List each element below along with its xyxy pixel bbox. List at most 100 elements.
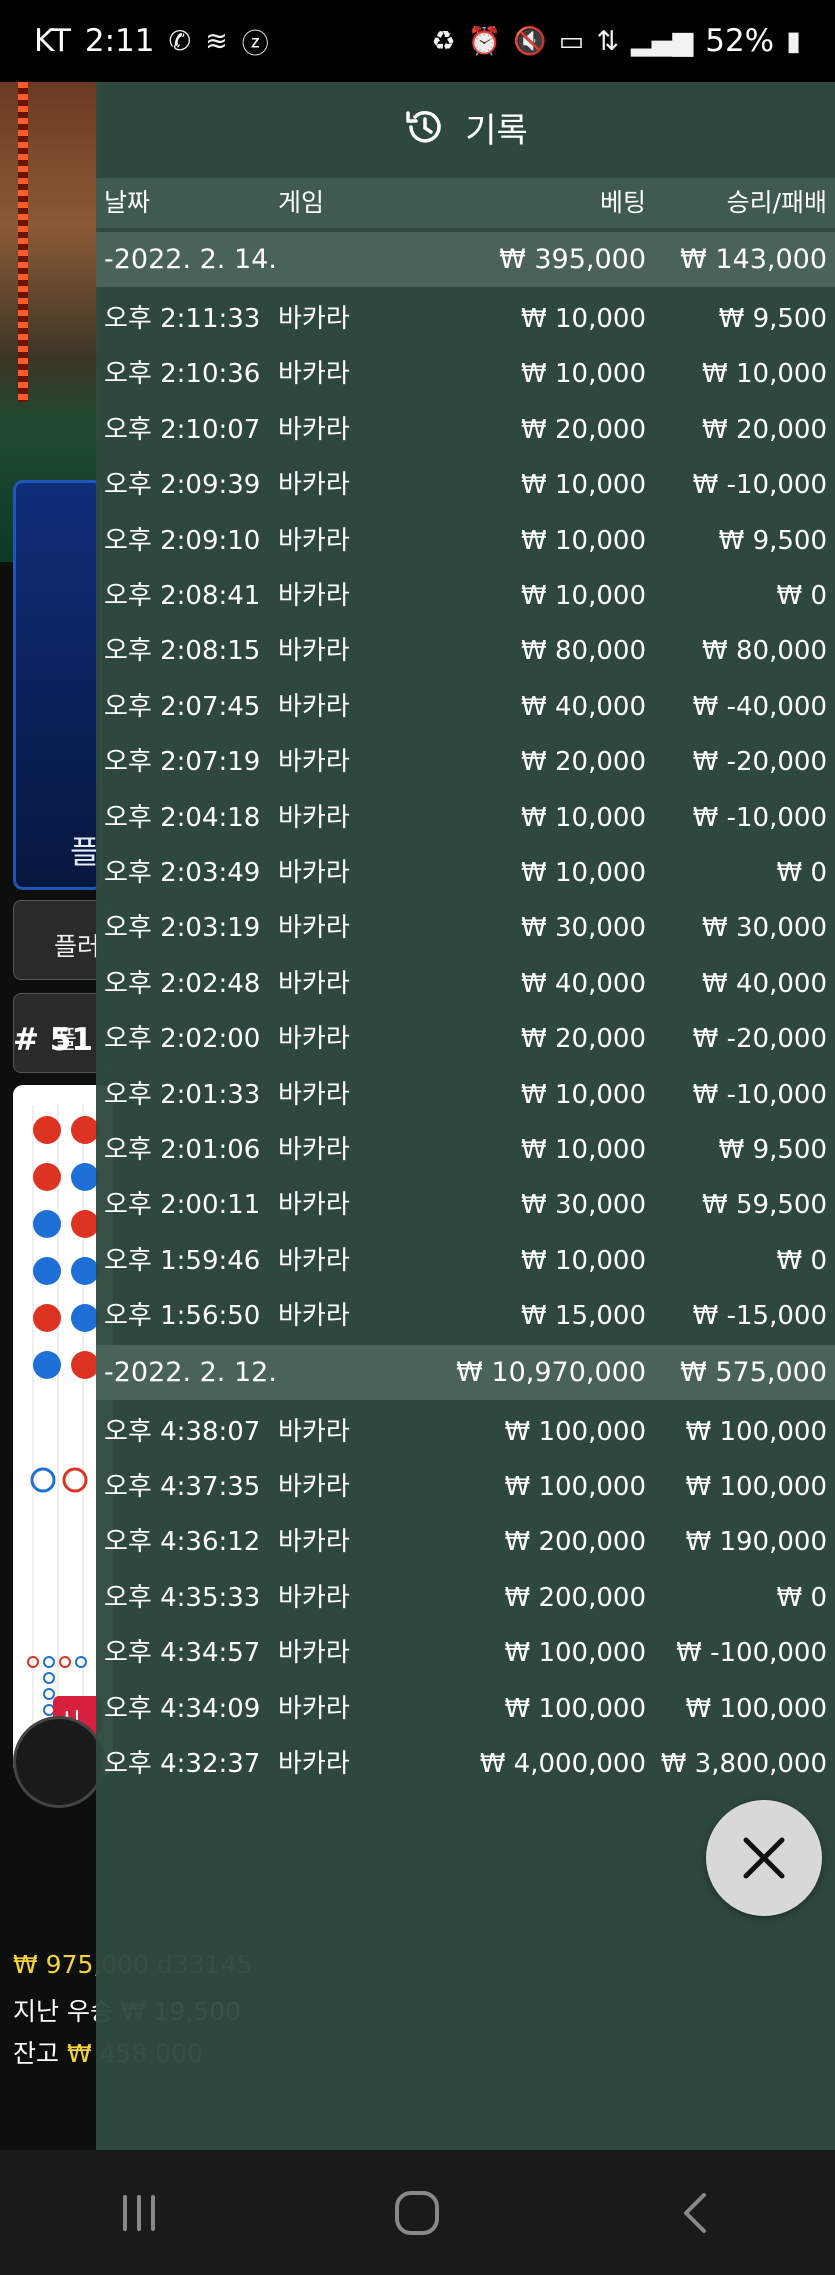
row-time: 오후 2:03:49 xyxy=(104,858,261,888)
row-bet: ₩ 4,000,000 xyxy=(479,1749,646,1779)
history-row[interactable]: 오후 4:36:12 바카라 ₩ 200,000 ₩ 190,000 xyxy=(96,1515,835,1570)
back-icon xyxy=(683,2192,706,2233)
row-result: ₩ -10,000 xyxy=(692,1080,827,1110)
row-game: 바카라 xyxy=(278,969,350,999)
signal-strength-icon: ≋ xyxy=(205,25,228,57)
date-group-header[interactable]: -2022. 2. 12. ₩ 10,970,000 ₩ 575,000 xyxy=(96,1344,835,1400)
history-row[interactable]: 오후 2:00:11 바카라 ₩ 30,000 ₩ 59,500 xyxy=(96,1178,835,1233)
row-bet: ₩ 10,000 xyxy=(521,470,646,500)
history-row[interactable]: 오후 2:09:39 바카라 ₩ 10,000 ₩ -10,000 xyxy=(96,458,835,513)
row-bet: ₩ 10,000 xyxy=(521,803,646,833)
history-icon xyxy=(406,111,441,143)
history-row[interactable]: 오후 2:11:33 바카라 ₩ 10,000 ₩ 9,500 xyxy=(96,292,835,347)
history-row[interactable]: 오후 2:02:00 바카라 ₩ 20,000 ₩ -20,000 xyxy=(96,1012,835,1067)
row-game: 바카라 xyxy=(278,1417,350,1447)
history-row[interactable]: 오후 4:35:33 바카라 ₩ 200,000 ₩ 0 xyxy=(96,1571,835,1626)
group-bet-total: ₩ 10,970,000 xyxy=(456,1356,646,1388)
group-date: -2022. 2. 14. xyxy=(104,244,277,275)
history-row[interactable]: 오후 2:10:07 바카라 ₩ 20,000 ₩ 20,000 xyxy=(96,403,835,458)
history-row[interactable]: 오후 4:37:35 바카라 ₩ 100,000 ₩ 100,000 xyxy=(96,1460,835,1515)
mute-icon: 🔇 xyxy=(513,26,547,57)
row-time: 오후 2:08:15 xyxy=(104,636,261,666)
row-time: 오후 2:09:39 xyxy=(104,470,261,500)
row-result: ₩ 80,000 xyxy=(702,636,827,666)
row-bet: ₩ 10,000 xyxy=(521,1135,646,1165)
history-row[interactable]: 오후 2:03:49 바카라 ₩ 10,000 ₩ 0 xyxy=(96,846,835,901)
row-game: 바카라 xyxy=(278,1638,350,1668)
close-button[interactable] xyxy=(706,1800,822,1916)
row-bet: ₩ 10,000 xyxy=(521,581,646,611)
history-row[interactable]: 오후 2:09:10 바카라 ₩ 10,000 ₩ 9,500 xyxy=(96,514,835,569)
bet-panel[interactable]: 플 xyxy=(13,480,103,890)
row-time: 오후 4:32:37 xyxy=(104,1749,261,1779)
network-5g-icon: ⇅ xyxy=(596,25,619,57)
row-bet: ₩ 200,000 xyxy=(504,1583,647,1613)
row-bet: ₩ 10,000 xyxy=(521,304,646,334)
row-time: 오후 2:01:06 xyxy=(104,1135,261,1165)
row-result: ₩ -15,000 xyxy=(692,1301,827,1331)
row-time: 오후 2:09:10 xyxy=(104,526,261,556)
row-result: ₩ 3,800,000 xyxy=(660,1749,827,1779)
history-row[interactable]: 오후 4:34:57 바카라 ₩ 100,000 ₩ -100,000 xyxy=(96,1626,835,1681)
battery-percent: 52% xyxy=(705,23,775,59)
row-result: ₩ 100,000 xyxy=(685,1472,828,1502)
home-button[interactable] xyxy=(377,2173,457,2253)
group-date: -2022. 2. 12. xyxy=(104,1356,277,1388)
history-row[interactable]: 오후 2:07:19 바카라 ₩ 20,000 ₩ -20,000 xyxy=(96,735,835,790)
history-row[interactable]: 오후 1:59:46 바카라 ₩ 10,000 ₩ 0 xyxy=(96,1234,835,1289)
row-bet: ₩ 100,000 xyxy=(504,1638,647,1668)
row-result: ₩ 100,000 xyxy=(685,1417,828,1447)
group-result-total: ₩ 575,000 xyxy=(680,1356,827,1388)
carrier-label: KT xyxy=(34,23,71,59)
history-row[interactable]: 오후 2:04:18 바카라 ₩ 10,000 ₩ -10,000 xyxy=(96,791,835,846)
system-navigation-bar xyxy=(0,2150,835,2275)
row-time: 오후 2:07:19 xyxy=(104,747,261,777)
row-time: 오후 2:01:33 xyxy=(104,1080,261,1110)
row-time: 오후 4:38:07 xyxy=(104,1417,261,1447)
recent-apps-button[interactable] xyxy=(99,2173,179,2253)
row-time: 오후 2:02:48 xyxy=(104,969,261,999)
row-result: ₩ 20,000 xyxy=(702,415,827,445)
row-time: 오후 4:37:35 xyxy=(104,1472,261,1502)
row-game: 바카라 xyxy=(278,470,350,500)
group-bet-total: ₩ 395,000 xyxy=(499,244,646,275)
battery-icon: ▮ xyxy=(786,25,801,57)
row-game: 바카라 xyxy=(278,1527,350,1557)
row-time: 오후 2:03:19 xyxy=(104,913,261,943)
row-game: 바카라 xyxy=(278,526,350,556)
row-result: ₩ 9,500 xyxy=(718,304,827,334)
row-bet: ₩ 80,000 xyxy=(521,636,646,666)
row-result: ₩ 10,000 xyxy=(702,359,827,389)
row-bet: ₩ 100,000 xyxy=(504,1417,647,1447)
row-result: ₩ -100,000 xyxy=(676,1638,827,1668)
row-result: ₩ 30,000 xyxy=(702,913,827,943)
col-result: 승리/패배 xyxy=(726,188,827,217)
history-row[interactable]: 오후 2:08:15 바카라 ₩ 80,000 ₩ 80,000 xyxy=(96,624,835,679)
row-time: 오후 4:35:33 xyxy=(104,1583,261,1613)
history-row[interactable]: 오후 2:03:19 바카라 ₩ 30,000 ₩ 30,000 xyxy=(96,901,835,956)
history-row[interactable]: 오후 2:01:33 바카라 ₩ 10,000 ₩ -10,000 xyxy=(96,1068,835,1123)
round-number: # 51 xyxy=(13,1022,93,1058)
date-group-header[interactable]: -2022. 2. 14. ₩ 395,000 ₩ 143,000 xyxy=(96,232,835,287)
history-row[interactable]: 오후 4:34:09 바카라 ₩ 100,000 ₩ 100,000 xyxy=(96,1682,835,1737)
row-game: 바카라 xyxy=(278,1246,350,1276)
row-bet: ₩ 40,000 xyxy=(521,692,646,722)
history-row[interactable]: 오후 2:08:41 바카라 ₩ 10,000 ₩ 0 xyxy=(96,569,835,624)
history-row[interactable]: 오후 1:56:50 바카라 ₩ 15,000 ₩ -15,000 xyxy=(96,1289,835,1344)
history-row[interactable]: 오후 2:01:06 바카라 ₩ 10,000 ₩ 9,500 xyxy=(96,1123,835,1178)
history-row[interactable]: 오후 4:38:07 바카라 ₩ 100,000 ₩ 100,000 xyxy=(96,1405,835,1460)
row-bet: ₩ 20,000 xyxy=(521,747,646,777)
history-row[interactable]: 오후 2:07:45 바카라 ₩ 40,000 ₩ -40,000 xyxy=(96,680,835,735)
chip-selector-button[interactable] xyxy=(13,1716,105,1808)
history-row[interactable]: 오후 2:10:36 바카라 ₩ 10,000 ₩ 10,000 xyxy=(96,347,835,402)
history-row[interactable]: 오후 2:02:48 바카라 ₩ 40,000 ₩ 40,000 xyxy=(96,957,835,1012)
row-result: ₩ -20,000 xyxy=(692,1024,827,1054)
history-row[interactable]: 오후 4:32:37 바카라 ₩ 4,000,000 ₩ 3,800,000 xyxy=(96,1737,835,1792)
row-time: 오후 1:59:46 xyxy=(104,1246,261,1276)
wifi-call-icon: ✆ xyxy=(168,25,192,57)
back-button[interactable] xyxy=(656,2173,736,2253)
row-bet: ₩ 30,000 xyxy=(521,1190,646,1220)
history-title: 기록 xyxy=(465,110,528,151)
row-time: 오후 2:04:18 xyxy=(104,803,261,833)
group-result-total: ₩ 143,000 xyxy=(680,244,827,275)
